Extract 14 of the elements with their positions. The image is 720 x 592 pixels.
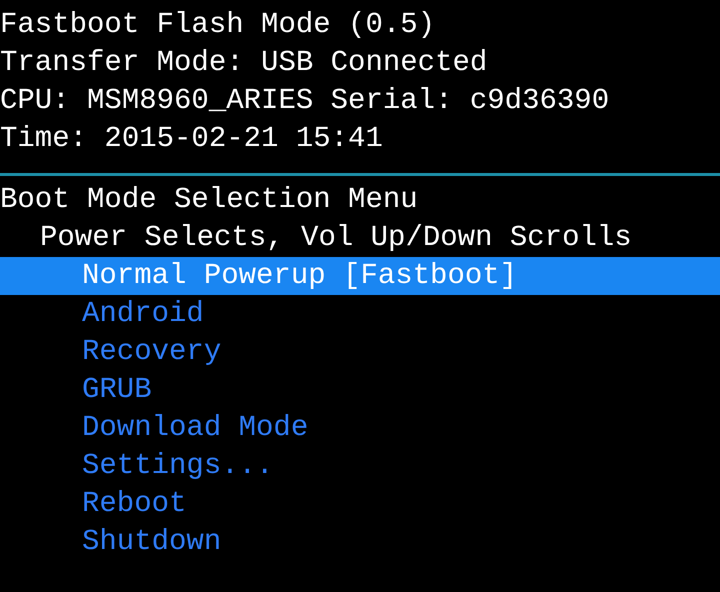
status-line: CPU: MSM8960_ARIES Serial: c9d36390	[0, 83, 610, 119]
menu-item[interactable]: GRUB	[0, 371, 720, 409]
menu-item[interactable]: Reboot	[0, 485, 720, 523]
status-line: Fastboot Flash Mode (0.5)	[0, 7, 436, 43]
status-line: Transfer Mode: USB Connected	[0, 45, 488, 81]
menu-hint: Power Selects, Vol Up/Down Scrolls	[39, 220, 633, 256]
menu-item[interactable]: Shutdown	[0, 523, 720, 561]
status-line: Time: 2015-02-21 15:41	[0, 121, 384, 157]
menu-item[interactable]: Download Mode	[0, 409, 720, 447]
menu-item[interactable]: Recovery	[0, 333, 720, 371]
menu-title: Boot Mode Selection Menu	[0, 182, 419, 218]
menu-item[interactable]: Settings...	[0, 447, 720, 485]
menu-item[interactable]: Normal Powerup [Fastboot]	[0, 257, 720, 295]
menu-item[interactable]: Android	[0, 295, 720, 333]
